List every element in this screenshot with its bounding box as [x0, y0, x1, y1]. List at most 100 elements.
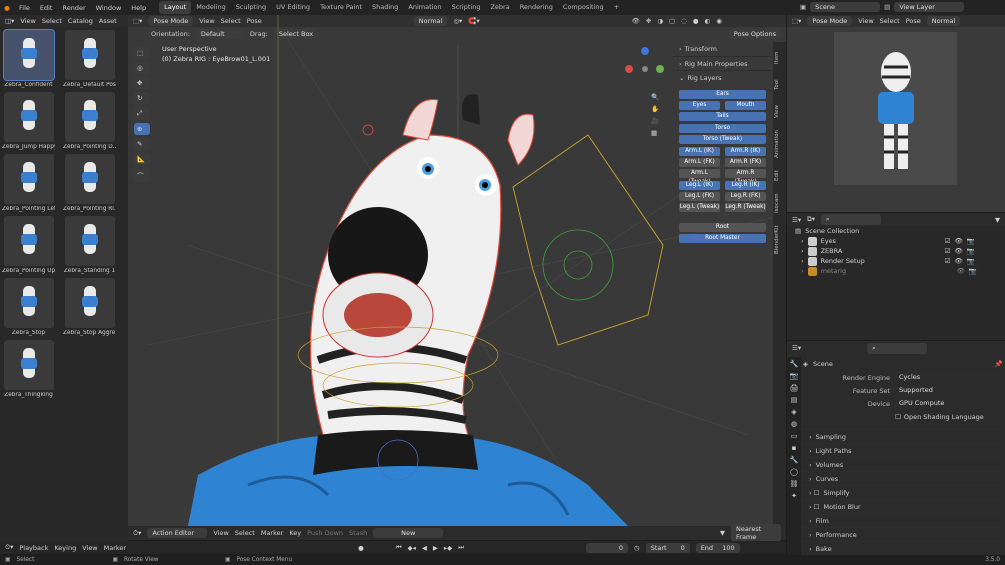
editor-type-icon[interactable]: ⏲▾ — [5, 543, 13, 552]
preview-orientation-dropdown[interactable]: Normal — [926, 16, 961, 26]
camera-icon[interactable]: 🎥 — [651, 117, 659, 125]
zoom-icon[interactable]: 🔍 — [651, 93, 659, 101]
layer-root[interactable]: Root — [679, 223, 766, 232]
grid-icon[interactable]: ▦ — [651, 129, 659, 137]
tab-scripting[interactable]: Scripting — [447, 1, 486, 14]
add-workspace-button[interactable]: + — [609, 1, 624, 14]
tab-compositing[interactable]: Compositing — [558, 1, 609, 14]
eye-icon[interactable]: 👁 — [954, 237, 962, 245]
prev-key-icon[interactable]: ◆◂ — [408, 544, 416, 552]
asset-item[interactable]: Zebra_Stop — [2, 278, 55, 336]
tab-modeling[interactable]: Modeling — [191, 1, 231, 14]
camera-icon[interactable]: 📷 — [967, 257, 975, 265]
output-tab-icon[interactable]: 🖨 — [790, 384, 799, 392]
preview-viewport[interactable]: ⬚▾ Pose Mode View Select Pose Normal — [787, 15, 1005, 212]
outliner-item-metarig[interactable]: › metarig 👁 📷 — [787, 266, 1005, 276]
layer-arm-r-fk[interactable]: Arm.R (FK) — [725, 158, 766, 167]
tool-tab-icon[interactable]: 🔧 — [790, 360, 799, 368]
cursor-tool-icon[interactable]: ◎ — [134, 62, 150, 74]
layer-tails[interactable]: Tails — [679, 112, 766, 121]
menu-help[interactable]: Help — [126, 4, 151, 12]
tab-sculpting[interactable]: Sculpting — [231, 1, 271, 14]
tab-item[interactable]: Item — [774, 46, 785, 70]
asset-item[interactable]: Zebra_Thingking — [2, 340, 55, 398]
render-engine-dropdown[interactable]: Cycles — [895, 372, 1003, 383]
editor-type-icon[interactable]: ◫▾ — [5, 17, 14, 25]
asset-item[interactable]: Zebra_Standing 1 — [63, 216, 116, 274]
layer-torso-tweak[interactable]: Torso (Tweak) — [679, 135, 766, 144]
section-volumes[interactable]: › Volumes — [803, 457, 1003, 471]
timeline-menu-view[interactable]: View — [82, 544, 97, 552]
layer-mouth[interactable]: Mouth — [725, 101, 766, 110]
select-tool-icon[interactable]: ⬚ — [134, 47, 150, 59]
tab-edit[interactable]: Edit — [774, 166, 785, 186]
tab-tool[interactable]: Tool — [774, 74, 785, 96]
rotate-tool-icon[interactable]: ↻ — [134, 92, 150, 104]
data-tab-icon[interactable]: ✦ — [791, 492, 797, 500]
current-frame-field[interactable]: 0 — [586, 542, 629, 553]
render-tab-icon[interactable]: 📷 — [790, 372, 799, 380]
editor-type-icon[interactable]: ⬚▾ — [792, 17, 801, 25]
tab-zebra[interactable]: Zebra — [485, 1, 514, 14]
asset-item[interactable]: Zebra_Pointing Up — [2, 216, 55, 274]
blender-logo-icon[interactable]: ● — [0, 4, 14, 12]
tab-isocam[interactable]: Isocam — [774, 190, 785, 216]
section-rig-main-properties[interactable]: › Rig Main Properties — [673, 56, 772, 70]
layer-leg-r-ik[interactable]: Leg.R (IK) — [725, 181, 766, 190]
section-simplify[interactable]: › ☐ Simplify — [803, 485, 1003, 499]
asset-menu-select[interactable]: Select — [42, 17, 62, 25]
layer-leg-r-tweak[interactable]: Leg.R (Tweak) — [725, 203, 766, 212]
asset-menu-view[interactable]: View — [20, 17, 35, 25]
asset-item[interactable]: Zebra_Pointing D... — [63, 92, 116, 150]
ae-menu-select[interactable]: Select — [235, 529, 255, 537]
move-tool-icon[interactable]: ✥ — [134, 77, 150, 89]
jump-end-icon[interactable]: ⏭ — [458, 543, 464, 552]
ae-menu-view[interactable]: View — [213, 529, 228, 537]
pan-hand-icon[interactable]: ✋ — [651, 105, 659, 113]
layer-arm-r-ik[interactable]: Arm.R (IK) — [725, 147, 766, 156]
outliner-item-render-setup[interactable]: › Render Setup ☑ 👁 📷 — [787, 256, 1005, 266]
tab-view[interactable]: View — [774, 100, 785, 122]
constraint-tab-icon[interactable]: ⛓ — [790, 480, 799, 488]
scale-tool-icon[interactable]: ⤢ — [134, 107, 150, 120]
menu-edit[interactable]: Edit — [35, 4, 58, 12]
transform-tool-icon[interactable]: ⊕ — [134, 123, 150, 135]
tab-texture-paint[interactable]: Texture Paint — [315, 1, 367, 14]
preview-mode-dropdown[interactable]: Pose Mode — [807, 16, 853, 26]
gizmo-z-icon[interactable] — [641, 47, 649, 55]
section-transform[interactable]: › Transform — [673, 42, 772, 56]
measure-tool-icon[interactable]: 📐 — [134, 153, 150, 165]
asset-item[interactable]: Zebra_Pointing Ri... — [63, 154, 116, 212]
outliner-item-zebra[interactable]: › ZEBRA ☑ 👁 📷 — [787, 246, 1005, 256]
filter-icon[interactable]: ▼ — [995, 216, 1000, 224]
play-icon[interactable]: ▶ — [433, 544, 438, 552]
checkbox-icon[interactable]: ☑ — [945, 247, 951, 255]
snap-dropdown[interactable]: Nearest Frame — [731, 524, 781, 542]
menu-file[interactable]: File — [14, 4, 35, 12]
asset-item[interactable]: Zebra_Jump Happy — [2, 92, 55, 150]
asset-menu-asset[interactable]: Asset — [99, 17, 117, 25]
checkbox-icon[interactable]: ☑ — [945, 237, 951, 245]
outliner-search-input[interactable]: ⌕ — [821, 214, 881, 225]
gizmo-y-icon[interactable] — [656, 65, 664, 73]
ae-menu-key[interactable]: Key — [289, 529, 301, 537]
ae-menu-marker[interactable]: Marker — [261, 529, 283, 537]
new-action-button[interactable]: New — [373, 528, 444, 538]
layer-arm-l-tweak[interactable]: Arm.L (Tweak) — [679, 169, 720, 185]
eye-icon[interactable]: 👁 — [954, 247, 962, 255]
preview-menu-view[interactable]: View — [858, 17, 873, 25]
asset-menu-catalog[interactable]: Catalog — [68, 17, 93, 25]
view-layer-tab-icon[interactable]: ▤ — [791, 396, 798, 404]
layer-leg-l-ik[interactable]: Leg.L (IK) — [679, 181, 720, 190]
view-layer-field[interactable]: View Layer — [894, 2, 965, 12]
layer-arm-l-fk[interactable]: Arm.L (FK) — [679, 158, 720, 167]
tab-blenderkit[interactable]: BlenderKit — [774, 220, 785, 260]
section-rig-layers[interactable]: ⌄ Rig Layers — [673, 70, 772, 84]
asset-item[interactable]: Zebra_Stop Aggre... — [63, 278, 116, 336]
layer-arm-r-tweak[interactable]: Arm.R (Tweak) — [725, 169, 766, 185]
action-editor-mode-dropdown[interactable]: Action Editor — [147, 528, 208, 538]
display-mode-icon[interactable]: ⧉▾ — [807, 215, 815, 224]
tab-uv-editing[interactable]: UV Editing — [271, 1, 315, 14]
timeline-menu-playback[interactable]: Playback — [19, 544, 48, 552]
record-icon[interactable]: ● — [358, 544, 364, 552]
